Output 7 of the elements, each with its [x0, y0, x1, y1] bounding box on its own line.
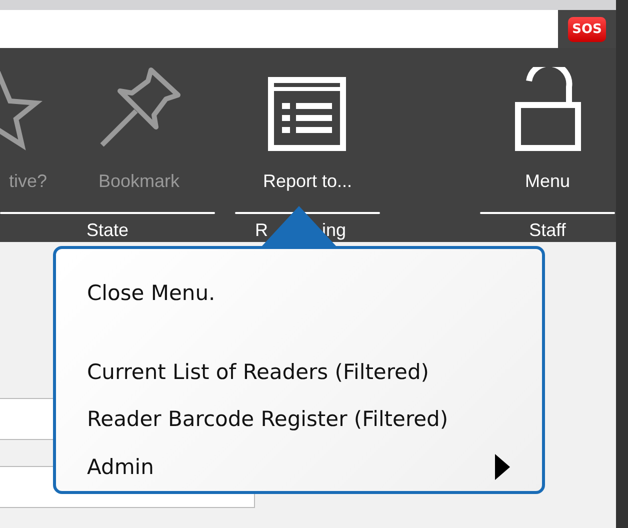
group-label: R	[255, 219, 268, 241]
button-label: tive?	[8, 171, 48, 192]
button-label: Bookmark	[98, 171, 180, 192]
button-label: Report to...	[262, 171, 352, 192]
button-label: Menu	[524, 171, 570, 192]
group-label: State	[85, 219, 130, 241]
group-label: Staff	[528, 219, 567, 241]
